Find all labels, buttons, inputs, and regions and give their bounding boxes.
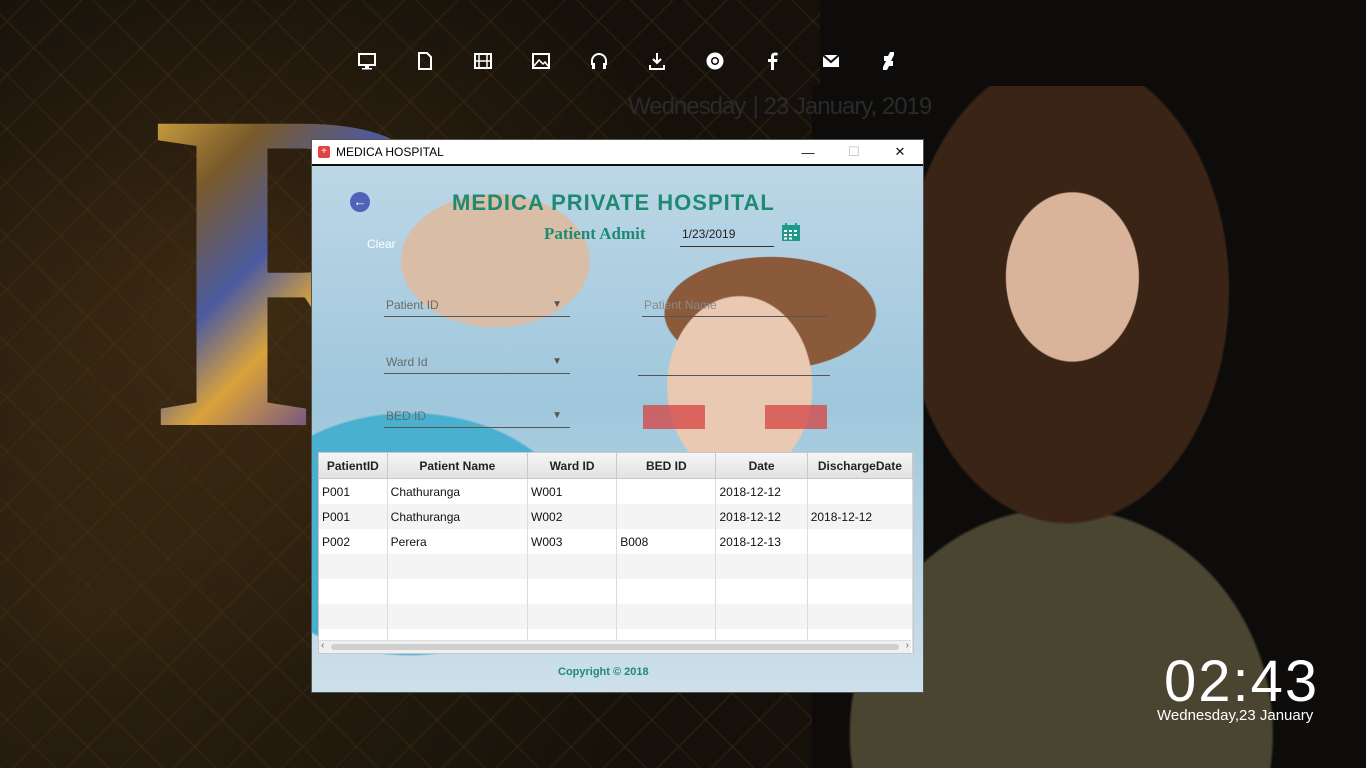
table-row[interactable] — [319, 604, 914, 629]
table-cell[interactable] — [807, 579, 914, 604]
table-row[interactable] — [319, 579, 914, 604]
table-cell[interactable] — [807, 478, 914, 504]
table-cell[interactable] — [387, 554, 529, 579]
medica-hospital-window: + MEDICA HOSPITAL — ☐ ✕ ← Clear MEDICA P… — [312, 140, 923, 692]
table-cell[interactable] — [387, 579, 529, 604]
table-cell[interactable] — [616, 579, 717, 604]
download-icon[interactable] — [628, 46, 686, 76]
table-cell[interactable] — [616, 478, 717, 504]
desktop-dock — [338, 46, 918, 78]
column-header[interactable]: Patient Name — [387, 453, 529, 479]
save-button[interactable]: Save — [643, 405, 705, 429]
app-icon: + — [318, 146, 330, 158]
ward-id-combo[interactable]: Ward Id ▼ — [384, 351, 570, 374]
table-cell[interactable]: 2018-12-12 — [715, 504, 808, 529]
patient-admit-form: ← Clear MEDICA PRIVATE HOSPITAL Patient … — [312, 166, 923, 692]
window-title: MEDICA HOSPITAL — [336, 145, 444, 159]
deviantart-icon[interactable] — [860, 46, 918, 76]
table-cell[interactable]: B008 — [616, 529, 717, 554]
column-header[interactable]: DischargeDate — [807, 453, 914, 479]
table-cell[interactable] — [319, 579, 388, 604]
facebook-icon[interactable] — [744, 46, 802, 76]
table-cell[interactable] — [319, 604, 388, 629]
table-cell[interactable] — [616, 604, 717, 629]
scroll-left-icon[interactable]: ‹ — [321, 640, 324, 651]
table-cell[interactable] — [616, 504, 717, 529]
date-widget-day: Wednesday — [628, 93, 746, 120]
monitor-icon[interactable] — [338, 46, 396, 76]
table-row[interactable]: P001 Chathuranga W002 2018-12-12 2018-12-12 — [319, 504, 914, 529]
table-cell[interactable] — [715, 554, 808, 579]
page-subtitle: Patient Admit — [544, 224, 646, 243]
table-cell[interactable]: P001 — [319, 504, 388, 529]
patient-name-field[interactable]: Patient Name — [642, 294, 827, 317]
table-cell[interactable]: P002 — [319, 529, 388, 554]
admission-table: PatientID Patient Name Ward ID BED ID Da… — [318, 452, 914, 654]
mail-icon[interactable] — [802, 46, 860, 76]
chrome-icon[interactable] — [686, 46, 744, 76]
table-cell[interactable]: W002 — [527, 504, 618, 529]
table-row[interactable] — [319, 554, 914, 579]
table-cell[interactable] — [319, 554, 388, 579]
scroll-right-icon[interactable]: › — [906, 640, 909, 651]
maximize-button[interactable]: ☐ — [831, 140, 877, 164]
desktop-date-widget: Wednesday | 23 January, 2019 — [628, 88, 933, 122]
chevron-down-icon: ▼ — [552, 410, 562, 421]
discharge-button[interactable]: Discha... — [765, 405, 827, 429]
table-cell[interactable] — [807, 529, 914, 554]
ward-id-prompt: Ward Id — [386, 355, 428, 369]
table-cell[interactable] — [807, 604, 914, 629]
table-cell[interactable] — [715, 604, 808, 629]
table-cell[interactable] — [527, 579, 618, 604]
scrollbar-thumb[interactable] — [331, 644, 899, 650]
table-cell[interactable] — [527, 604, 618, 629]
horizontal-scrollbar[interactable]: ‹ › — [319, 640, 911, 653]
image-icon[interactable] — [512, 46, 570, 76]
column-header[interactable]: BED ID — [616, 453, 717, 479]
window-titlebar[interactable]: + MEDICA HOSPITAL — ☐ ✕ — [312, 140, 923, 166]
table-header-row: PatientID Patient Name Ward ID BED ID Da… — [319, 453, 914, 479]
table-cell[interactable] — [715, 579, 808, 604]
clear-button[interactable]: Clear — [367, 237, 396, 251]
table-cell[interactable]: P001 — [319, 478, 388, 504]
date-widget-date: | 23 January, 2019 — [752, 93, 933, 120]
film-icon[interactable] — [454, 46, 512, 76]
chevron-down-icon: ▼ — [552, 299, 562, 310]
column-header[interactable]: Ward ID — [527, 453, 618, 479]
copyright-text: Copyright © 2018 — [558, 666, 649, 678]
ward-extra-field[interactable] — [638, 353, 830, 376]
column-header[interactable]: Date — [715, 453, 808, 479]
table-cell[interactable]: Chathuranga — [387, 504, 529, 529]
patient-id-prompt: Patient ID — [386, 298, 439, 312]
column-header[interactable]: PatientID — [319, 453, 388, 479]
back-arrow-icon[interactable]: ← — [350, 192, 370, 212]
table-cell[interactable] — [807, 554, 914, 579]
file-icon[interactable] — [396, 46, 454, 76]
desktop-clock-time: 02:43 — [1164, 649, 1320, 714]
table-cell[interactable]: Perera — [387, 529, 529, 554]
bed-id-prompt: BED ID — [386, 409, 427, 423]
table-cell[interactable]: 2018-12-13 — [715, 529, 808, 554]
table-cell[interactable] — [616, 554, 717, 579]
table-cell[interactable]: 2018-12-12 — [807, 504, 914, 529]
desktop-clock-date: Wednesday,23 January — [1157, 707, 1314, 724]
table-row[interactable]: P001 Chathuranga W001 2018-12-12 — [319, 478, 914, 504]
calendar-icon[interactable] — [781, 222, 801, 242]
minimize-button[interactable]: — — [785, 140, 831, 164]
table-cell[interactable]: W001 — [527, 478, 618, 504]
bed-id-combo[interactable]: BED ID ▼ — [384, 405, 570, 428]
table-cell[interactable] — [527, 554, 618, 579]
admit-date-field[interactable]: 1/23/2019 — [680, 224, 774, 247]
headphones-icon[interactable] — [570, 46, 628, 76]
table-cell[interactable]: 2018-12-12 — [715, 478, 808, 504]
close-button[interactable]: ✕ — [877, 140, 923, 164]
table-row[interactable]: P002 Perera W003 B008 2018-12-13 — [319, 529, 914, 554]
table-cell[interactable] — [387, 604, 529, 629]
hospital-title: MEDICA PRIVATE HOSPITAL — [452, 190, 775, 215]
patient-id-combo[interactable]: Patient ID ▼ — [384, 294, 570, 317]
table-cell[interactable]: Chathuranga — [387, 478, 529, 504]
chevron-down-icon: ▼ — [552, 356, 562, 367]
table-cell[interactable]: W003 — [527, 529, 618, 554]
